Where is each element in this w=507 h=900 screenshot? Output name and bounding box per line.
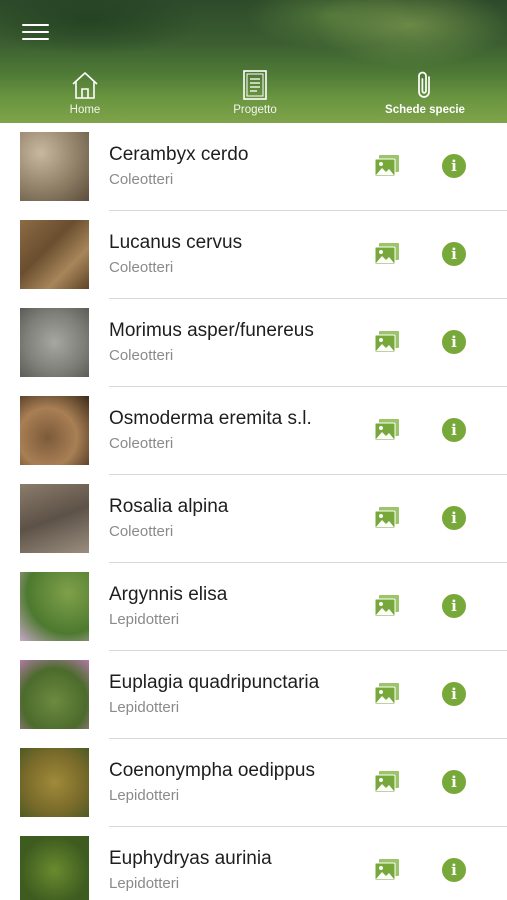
gallery-icon[interactable] <box>373 328 401 356</box>
list-item[interactable]: Euphydryas aurinia Lepidotteri i <box>0 827 507 900</box>
species-thumbnail[interactable] <box>20 132 89 201</box>
list-item[interactable]: Cerambyx cerdo Coleotteri i <box>0 123 507 211</box>
species-name: Lucanus cervus <box>109 232 243 253</box>
species-group: Coleotteri <box>109 171 174 188</box>
info-icon[interactable]: i <box>442 506 466 530</box>
tab-schede-specie[interactable]: Schede specie <box>375 68 475 123</box>
species-list: Cerambyx cerdo Coleotteri i Lucanus cervus C… <box>0 123 507 900</box>
species-group: Lepidotteri <box>109 699 180 716</box>
gallery-icon[interactable] <box>373 768 401 796</box>
species-group: Lepidotteri <box>109 787 180 804</box>
species-name: Osmoderma eremita s.l. <box>109 408 312 429</box>
species-thumbnail[interactable] <box>20 396 89 465</box>
species-name: Coenonympha oedippus <box>109 760 315 781</box>
gallery-icon[interactable] <box>373 416 401 444</box>
species-group: Coleotteri <box>109 523 174 540</box>
species-group: Coleotteri <box>109 435 174 452</box>
species-thumbnail[interactable] <box>20 308 89 377</box>
species-group: Lepidotteri <box>109 611 180 628</box>
list-item[interactable]: Lucanus cervus Coleotteri i <box>0 211 507 299</box>
gallery-icon[interactable] <box>373 680 401 708</box>
species-group: Coleotteri <box>109 347 174 364</box>
species-thumbnail[interactable] <box>20 748 89 817</box>
list-item[interactable]: Argynnis elisa Lepidotteri i <box>0 563 507 651</box>
gallery-icon[interactable] <box>373 856 401 884</box>
hamburger-menu-icon[interactable] <box>22 24 49 42</box>
species-name: Morimus asper/funereus <box>109 320 314 341</box>
gallery-icon[interactable] <box>373 240 401 268</box>
home-icon <box>72 72 98 99</box>
species-thumbnail[interactable] <box>20 220 89 289</box>
species-group: Coleotteri <box>109 259 174 276</box>
list-item[interactable]: Euplagia quadripunctaria Lepidotteri i <box>0 651 507 739</box>
species-name: Euphydryas aurinia <box>109 848 272 869</box>
list-item[interactable]: Osmoderma eremita s.l. Coleotteri i <box>0 387 507 475</box>
document-icon <box>243 70 267 100</box>
tab-schede-specie-label: Schede specie <box>385 104 465 116</box>
info-icon[interactable]: i <box>442 418 466 442</box>
species-thumbnail[interactable] <box>20 572 89 641</box>
tab-progetto-label: Progetto <box>233 104 277 116</box>
list-item[interactable]: Coenonympha oedippus Lepidotteri i <box>0 739 507 827</box>
species-name: Euplagia quadripunctaria <box>109 672 320 693</box>
species-name: Rosalia alpina <box>109 496 229 517</box>
info-icon[interactable]: i <box>442 594 466 618</box>
species-name: Cerambyx cerdo <box>109 144 249 165</box>
gallery-icon[interactable] <box>373 152 401 180</box>
info-icon[interactable]: i <box>442 154 466 178</box>
info-icon[interactable]: i <box>442 770 466 794</box>
list-item[interactable]: Rosalia alpina Coleotteri i <box>0 475 507 563</box>
species-name: Argynnis elisa <box>109 584 228 605</box>
list-item[interactable]: Morimus asper/funereus Coleotteri i <box>0 299 507 387</box>
info-icon[interactable]: i <box>442 242 466 266</box>
tab-progetto[interactable]: Progetto <box>220 68 290 123</box>
info-icon[interactable]: i <box>442 682 466 706</box>
paperclip-icon <box>418 71 430 98</box>
info-icon[interactable]: i <box>442 330 466 354</box>
gallery-icon[interactable] <box>373 592 401 620</box>
tab-home-label: Home <box>69 104 101 116</box>
tab-home[interactable]: Home <box>55 68 115 123</box>
species-thumbnail[interactable] <box>20 836 89 900</box>
gallery-icon[interactable] <box>373 504 401 532</box>
species-thumbnail[interactable] <box>20 660 89 729</box>
app-header: Home Progetto Schede specie <box>0 0 507 123</box>
species-thumbnail[interactable] <box>20 484 89 553</box>
species-group: Lepidotteri <box>109 875 180 892</box>
info-icon[interactable]: i <box>442 858 466 882</box>
